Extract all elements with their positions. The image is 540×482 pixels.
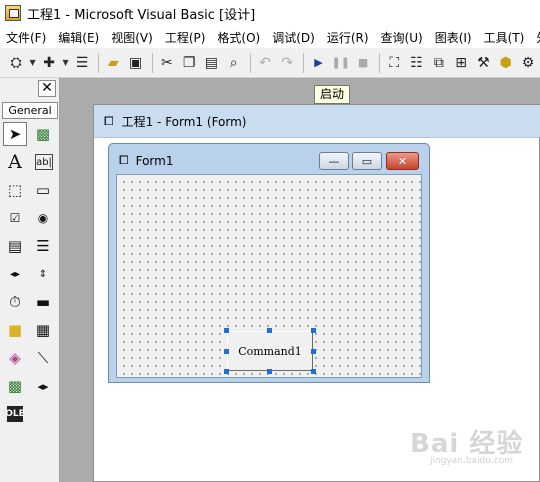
window-title: 工程1 - Microsoft Visual Basic [设计] — [27, 7, 256, 23]
checkbox-tool-icon[interactable]: ☑ — [3, 206, 27, 230]
textbox-tool-icon[interactable]: ab| — [35, 154, 53, 170]
data-view-icon[interactable]: ⬢ — [496, 52, 516, 73]
resize-handle[interactable] — [311, 369, 316, 374]
add-form-icon[interactable]: ✚ — [39, 52, 59, 73]
undo-icon[interactable]: ↶ — [255, 52, 275, 73]
designer-title-bar: ⧠ 工程1 - Form1 (Form) — [94, 105, 540, 138]
data-tool-icon[interactable]: ◂▸ — [31, 374, 55, 398]
menu-addins[interactable]: 外接程 — [530, 29, 540, 46]
toolbar-separator — [249, 52, 251, 73]
standard-toolbar: ⛭ ▼ ✚ ▼ ☰ ▰ ▣ ✂ ❐ ▤ ⌕ ↶ ↷ ▶ ❚❚ ■ ⛶ ☷ ⧉ ⊞… — [0, 48, 540, 78]
command1-button[interactable]: Command1 — [227, 331, 313, 371]
break-icon[interactable]: ❚❚ — [331, 52, 351, 73]
resize-handle[interactable] — [224, 369, 229, 374]
picturebox-tool-icon[interactable]: ▩ — [31, 122, 55, 146]
pointer-tool-icon[interactable]: ➤ — [3, 122, 27, 146]
optionbutton-tool-icon[interactable]: ◉ — [31, 206, 55, 230]
start-tooltip: 启动 — [314, 85, 351, 104]
start-icon[interactable]: ▶ — [308, 52, 328, 73]
component-manager-icon[interactable]: ⚙ — [518, 52, 538, 73]
paste-icon[interactable]: ▤ — [201, 52, 221, 73]
vb-app-icon — [5, 5, 21, 21]
menu-run[interactable]: 运行(R) — [321, 29, 375, 46]
cut-icon[interactable]: ✂ — [157, 52, 177, 73]
toolbar-separator — [98, 52, 100, 73]
save-icon[interactable]: ▣ — [125, 52, 145, 73]
properties-icon[interactable]: ☷ — [406, 52, 426, 73]
chevron-down-icon[interactable]: ▼ — [28, 52, 37, 73]
find-icon[interactable]: ⌕ — [224, 52, 244, 73]
line-tool-icon[interactable]: ⟍ — [31, 346, 55, 370]
close-icon[interactable]: ✕ — [386, 152, 419, 170]
menu-debug[interactable]: 调试(D) — [266, 29, 321, 46]
form-client-grid[interactable]: Command1 — [116, 174, 422, 378]
menu-view[interactable]: 视图(V) — [105, 29, 159, 46]
filelistbox-tool-icon[interactable]: ▦ — [31, 318, 55, 342]
designer-title: 工程1 - Form1 (Form) — [121, 114, 247, 129]
form-title: Form1 — [135, 153, 174, 168]
end-icon[interactable]: ■ — [353, 52, 373, 73]
shape-tool-icon[interactable]: ◈ — [3, 346, 27, 370]
form-layout-icon[interactable]: ⧉ — [429, 52, 449, 73]
object-browser-icon[interactable]: ⊞ — [451, 52, 471, 73]
toolbar-separator — [151, 52, 153, 73]
open-icon[interactable]: ▰ — [103, 52, 123, 73]
form1-window[interactable]: ⧠ Form1 — ▭ ✕ Command1 — [108, 143, 430, 383]
dirlistbox-tool-icon[interactable]: ■ — [3, 318, 27, 342]
toolbar-separator — [303, 52, 305, 73]
redo-icon[interactable]: ↷ — [277, 52, 297, 73]
menu-query[interactable]: 查询(U) — [375, 29, 429, 46]
toolbox-panel: ✕ General ➤ ▩ A ab| ⬚ ▭ ☑ ◉ ▤ ☰ ◂▸ ⇕ ⏱ ▬… — [0, 78, 60, 482]
maximize-icon[interactable]: ▭ — [352, 152, 382, 170]
menu-project[interactable]: 工程(P) — [159, 29, 212, 46]
combobox-tool-icon[interactable]: ▤ — [3, 234, 27, 258]
project-explorer-icon[interactable]: ⛶ — [384, 52, 404, 73]
vscrollbar-tool-icon[interactable]: ⇕ — [31, 262, 55, 286]
watermark-logo: Bai 经验 — [410, 429, 524, 459]
menu-format[interactable]: 格式(O) — [211, 29, 266, 46]
add-project-icon[interactable]: ⛭ — [6, 52, 26, 73]
minimize-icon[interactable]: — — [319, 152, 349, 170]
listbox-tool-icon[interactable]: ☰ — [31, 234, 55, 258]
resize-handle[interactable] — [267, 328, 272, 333]
hscrollbar-tool-icon[interactable]: ◂▸ — [3, 262, 27, 286]
watermark-url: jingyan.baidu.com — [430, 456, 514, 466]
chevron-down-icon[interactable]: ▼ — [61, 52, 70, 73]
resize-handle[interactable] — [311, 328, 316, 333]
resize-handle[interactable] — [224, 328, 229, 333]
form-window-icon: ⧠ — [119, 153, 129, 167]
label-tool-icon[interactable]: A — [3, 150, 27, 174]
resize-handle[interactable] — [267, 369, 272, 374]
menu-editor-icon[interactable]: ☰ — [72, 52, 92, 73]
timer-tool-icon[interactable]: ⏱ — [3, 290, 27, 314]
resize-handle[interactable] — [224, 349, 229, 354]
form-window-icon: ⧠ — [104, 113, 114, 128]
ole-tool-icon[interactable]: OLE — [5, 406, 25, 422]
form-title-bar: ⧠ Form1 — [119, 153, 173, 168]
toolbox-icon[interactable]: ⚒ — [473, 52, 493, 73]
close-icon[interactable]: ✕ — [38, 80, 56, 97]
toolbar-separator — [379, 52, 381, 73]
menu-file[interactable]: 文件(F) — [0, 29, 52, 46]
title-bar: 工程1 - Microsoft Visual Basic [设计] — [0, 0, 540, 26]
toolbox-tab-general[interactable]: General — [2, 102, 58, 119]
frame-tool-icon[interactable]: ⬚ — [3, 178, 27, 202]
menu-diagram[interactable]: 图表(I) — [429, 29, 478, 46]
menu-edit[interactable]: 编辑(E) — [52, 29, 105, 46]
menu-tools[interactable]: 工具(T) — [478, 29, 531, 46]
resize-handle[interactable] — [311, 349, 316, 354]
drivelistbox-tool-icon[interactable]: ▬ — [31, 290, 55, 314]
copy-icon[interactable]: ❐ — [179, 52, 199, 73]
toolbox-grid: ➤ ▩ A ab| ⬚ ▭ ☑ ◉ ▤ ☰ ◂▸ ⇕ ⏱ ▬ ■ ▦ ◈ ⟍ ▩… — [3, 122, 59, 430]
commandbutton-tool-icon[interactable]: ▭ — [31, 178, 55, 202]
menu-bar: 文件(F) 编辑(E) 视图(V) 工程(P) 格式(O) 调试(D) 运行(R… — [0, 26, 540, 48]
image-tool-icon[interactable]: ▩ — [3, 374, 27, 398]
